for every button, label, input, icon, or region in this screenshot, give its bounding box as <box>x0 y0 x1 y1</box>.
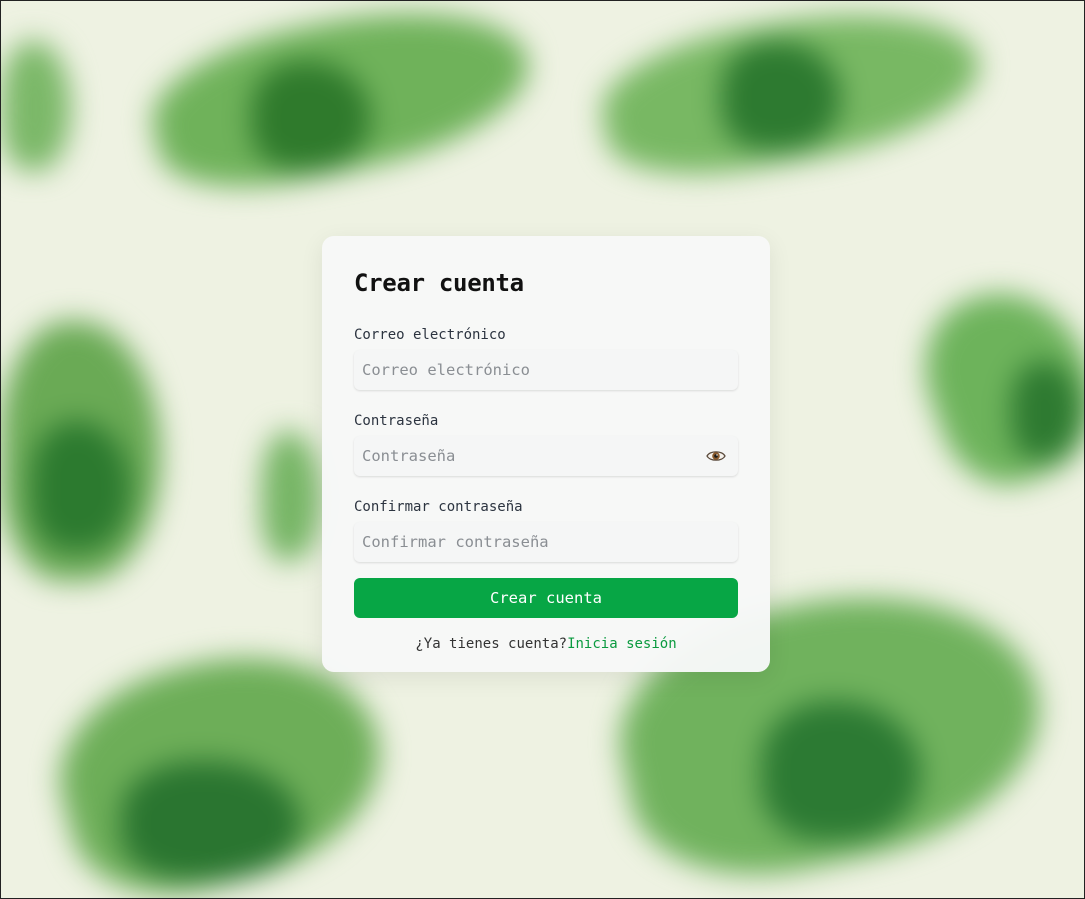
email-label: Correo electrónico <box>354 327 506 343</box>
email-field[interactable] <box>354 350 738 390</box>
email-field-wrapper <box>354 350 738 390</box>
eye-icon[interactable] <box>706 446 726 466</box>
login-link[interactable]: Inicia sesión <box>567 636 677 652</box>
confirm-password-field[interactable] <box>354 522 738 562</box>
create-account-button[interactable]: Crear cuenta <box>354 578 738 618</box>
page-title: Crear cuenta <box>354 269 524 297</box>
confirm-password-field-wrapper <box>354 522 738 562</box>
signup-page: Crear cuenta Correo electrónico Contrase… <box>0 0 1085 899</box>
password-field[interactable] <box>354 436 738 476</box>
login-prompt: ¿Ya tienes cuenta?Inicia sesión <box>354 636 738 652</box>
login-prompt-text: ¿Ya tienes cuenta? <box>415 636 568 652</box>
email-group: Correo electrónico <box>354 326 738 390</box>
password-label: Contraseña <box>354 413 439 429</box>
confirm-password-group: Confirmar contraseña <box>354 498 738 562</box>
password-field-wrapper <box>354 436 738 476</box>
signup-card: Crear cuenta Correo electrónico Contrase… <box>322 236 770 672</box>
password-group: Contraseña <box>354 412 738 476</box>
confirm-password-label: Confirmar contraseña <box>354 499 523 515</box>
